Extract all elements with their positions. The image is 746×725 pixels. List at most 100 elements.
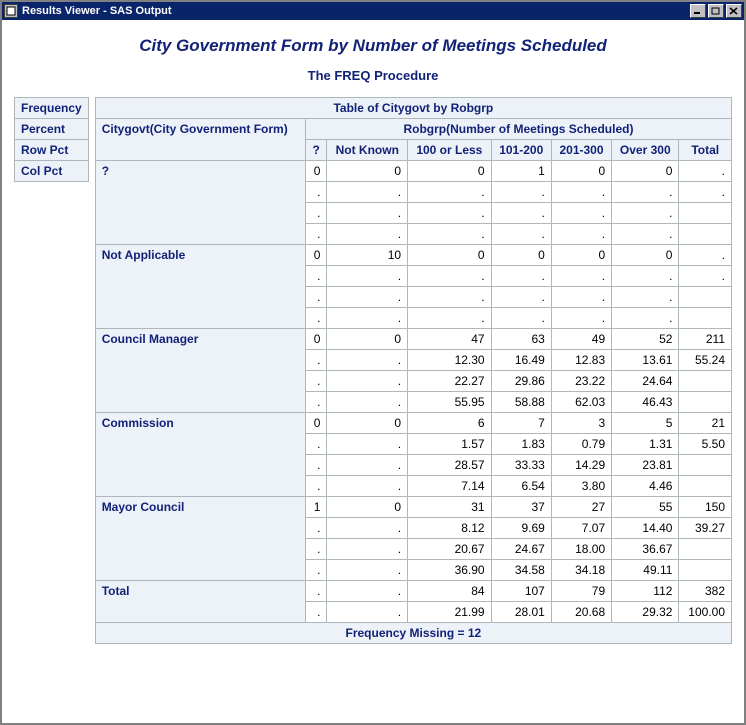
data-cell: 22.27 (408, 371, 492, 392)
data-cell: 34.18 (551, 560, 611, 581)
data-cell: 0 (327, 497, 408, 518)
data-cell: 7.07 (551, 518, 611, 539)
data-cell: . (327, 602, 408, 623)
procedure-title: The FREQ Procedure (14, 68, 732, 83)
data-cell: . (679, 266, 732, 287)
data-cell: . (305, 224, 326, 245)
data-cell: 12.30 (408, 350, 492, 371)
data-cell: 3 (551, 413, 611, 434)
data-cell: . (305, 266, 326, 287)
data-cell: 49.11 (612, 560, 679, 581)
data-cell (679, 560, 732, 581)
data-cell: . (551, 308, 611, 329)
data-cell: 3.80 (551, 476, 611, 497)
data-cell: 1 (491, 161, 551, 182)
data-cell: 0 (327, 329, 408, 350)
data-cell: . (679, 161, 732, 182)
data-cell: 13.61 (612, 350, 679, 371)
data-cell: . (305, 350, 326, 371)
data-cell: . (612, 182, 679, 203)
data-cell: . (679, 182, 732, 203)
data-cell: . (408, 224, 492, 245)
legend-colpct: Col Pct (15, 161, 89, 182)
data-cell: 29.86 (491, 371, 551, 392)
data-cell: . (305, 602, 326, 623)
row-var-label: Citygovt(City Government Form) (95, 119, 305, 161)
data-cell: 23.22 (551, 371, 611, 392)
data-cell: . (408, 266, 492, 287)
col-header: Total (679, 140, 732, 161)
col-header: Over 300 (612, 140, 679, 161)
data-cell: 24.67 (491, 539, 551, 560)
minimize-button[interactable] (690, 4, 706, 18)
col-header: ? (305, 140, 326, 161)
data-cell: 1.83 (491, 434, 551, 455)
data-cell: 0 (491, 245, 551, 266)
row-label: ? (95, 161, 305, 245)
data-cell: . (612, 308, 679, 329)
row-label: Not Applicable (95, 245, 305, 329)
data-cell: 23.81 (612, 455, 679, 476)
data-cell: . (305, 392, 326, 413)
data-cell: 10 (327, 245, 408, 266)
data-cell: 7.14 (408, 476, 492, 497)
row-label: Commission (95, 413, 305, 497)
data-cell: 52 (612, 329, 679, 350)
data-cell: 14.29 (551, 455, 611, 476)
data-cell: 58.88 (491, 392, 551, 413)
data-cell: . (327, 266, 408, 287)
data-cell: 33.33 (491, 455, 551, 476)
data-cell: . (679, 245, 732, 266)
data-cell: . (408, 287, 492, 308)
data-cell: 46.43 (612, 392, 679, 413)
col-var-label: Robgrp(Number of Meetings Scheduled) (305, 119, 731, 140)
data-cell: 79 (551, 581, 611, 602)
data-cell (679, 203, 732, 224)
data-cell: . (327, 539, 408, 560)
data-cell: . (491, 308, 551, 329)
data-cell: . (305, 539, 326, 560)
data-cell: . (612, 266, 679, 287)
data-cell (679, 455, 732, 476)
app-window: Results Viewer - SAS Output City Governm… (0, 0, 746, 725)
data-cell: 0 (305, 329, 326, 350)
data-cell: 28.57 (408, 455, 492, 476)
data-cell: . (305, 560, 326, 581)
data-cell: . (491, 266, 551, 287)
data-cell: 0 (612, 161, 679, 182)
data-cell: 0 (305, 413, 326, 434)
data-cell: 36.90 (408, 560, 492, 581)
stat-legend-table: Frequency Percent Row Pct Col Pct (14, 97, 89, 182)
page-title: City Government Form by Number of Meetin… (14, 36, 732, 56)
data-cell: . (327, 350, 408, 371)
data-cell: 0 (327, 161, 408, 182)
data-cell: 37 (491, 497, 551, 518)
data-cell: . (491, 182, 551, 203)
data-cell: 5.50 (679, 434, 732, 455)
window-title: Results Viewer - SAS Output (22, 5, 172, 17)
data-cell: 7 (491, 413, 551, 434)
close-button[interactable] (726, 4, 742, 18)
data-cell: 55.24 (679, 350, 732, 371)
data-cell: 36.67 (612, 539, 679, 560)
legend-frequency: Frequency (15, 98, 89, 119)
data-cell: . (408, 308, 492, 329)
data-cell (679, 392, 732, 413)
data-cell: 0 (551, 161, 611, 182)
maximize-icon (711, 7, 721, 15)
data-cell: 5 (612, 413, 679, 434)
maximize-button[interactable] (708, 4, 724, 18)
data-cell: 0 (327, 413, 408, 434)
data-cell: 24.64 (612, 371, 679, 392)
col-header: 101-200 (491, 140, 551, 161)
data-cell: 6 (408, 413, 492, 434)
data-cell: 55 (612, 497, 679, 518)
data-cell: . (327, 182, 408, 203)
data-cell (679, 371, 732, 392)
data-cell (679, 476, 732, 497)
data-cell: . (305, 434, 326, 455)
data-cell: . (408, 182, 492, 203)
data-cell: 16.49 (491, 350, 551, 371)
data-cell: . (408, 203, 492, 224)
data-cell: . (327, 203, 408, 224)
